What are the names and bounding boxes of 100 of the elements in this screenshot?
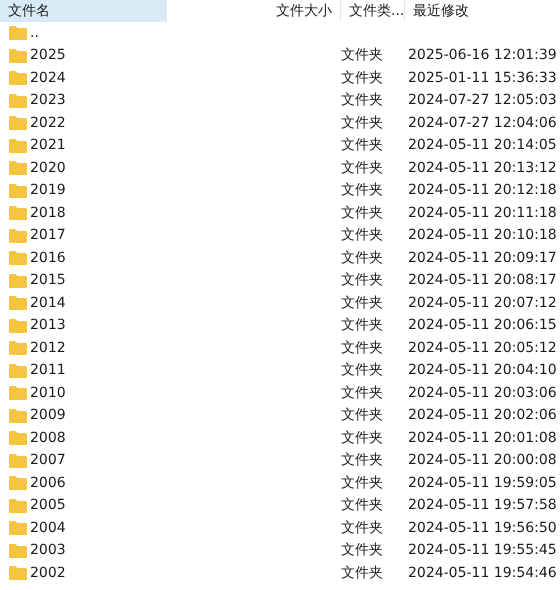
folder-name[interactable]: 2004: [30, 518, 66, 539]
folder-name[interactable]: 2014: [30, 292, 66, 314]
folder-icon: [8, 318, 28, 334]
folder-name[interactable]: 2012: [30, 338, 66, 359]
date-cell: 2024-05-11 19:55:45: [408, 542, 557, 558]
folder-name[interactable]: 2024: [30, 68, 66, 89]
folder-name[interactable]: 2025: [30, 45, 66, 66]
folder-name[interactable]: 2005: [30, 495, 66, 516]
type-cell: 文件夹: [341, 452, 383, 468]
type-cell: 文件夹: [341, 520, 383, 536]
type-cell: 文件夹: [341, 227, 383, 244]
folder-icon: [8, 340, 28, 356]
date-cell: 2024-05-11 20:03:06: [408, 384, 557, 401]
date-cell: 2024-05-11 19:54:46: [408, 564, 557, 581]
type-cell: 文件夹: [341, 204, 383, 221]
folder-name[interactable]: 2023: [30, 90, 66, 112]
date-cell: 2024-05-11 19:56:50: [408, 520, 557, 536]
date-cell: 2024-05-11 20:09:17: [408, 250, 557, 266]
type-cell: 文件夹: [341, 362, 383, 378]
folder-icon: [8, 475, 28, 492]
type-cell: 文件夹: [341, 250, 383, 266]
folder-name[interactable]: 2015: [30, 270, 66, 292]
folder-icon: [8, 430, 28, 446]
folder-name[interactable]: 2022: [30, 112, 66, 134]
folder-icon: [8, 272, 28, 289]
type-cell: 文件夹: [341, 564, 383, 581]
date-cell: 2024-05-11 19:59:05: [408, 474, 557, 491]
date-cell: 2024-05-11 20:07:12: [408, 294, 557, 311]
date-cell: 2024-05-11 20:08:17: [408, 272, 557, 288]
type-cell: 文件夹: [341, 47, 383, 64]
folder-icon: [8, 115, 28, 132]
folder-name[interactable]: 2008: [30, 428, 66, 449]
folder-icon: [8, 385, 28, 402]
type-cell: 文件夹: [341, 542, 383, 558]
folder-name[interactable]: 2018: [30, 202, 66, 224]
date-cell: 2024-05-11 20:12:18: [408, 182, 557, 198]
date-cell: 2024-05-11 20:05:12: [408, 340, 557, 356]
type-cell: 文件夹: [341, 137, 383, 154]
folder-icon: [8, 228, 28, 244]
type-cell: 文件夹: [341, 160, 383, 176]
folder-name[interactable]: 2009: [30, 405, 66, 426]
folder-name[interactable]: 2003: [30, 540, 66, 562]
date-cell: 2025-06-16 12:01:39: [408, 47, 557, 64]
date-cell: 2024-05-11 19:57:58: [408, 497, 557, 514]
folder-icon: [8, 565, 28, 582]
folder-name[interactable]: 2010: [30, 382, 66, 404]
date-cell: 2025-01-11 15:36:33: [408, 70, 557, 86]
folder-icon: [8, 25, 28, 42]
type-cell: 文件夹: [341, 114, 383, 131]
type-cell: 文件夹: [341, 497, 383, 514]
type-cell: 文件夹: [341, 340, 383, 356]
folder-name[interactable]: 2020: [30, 158, 66, 179]
folder-name[interactable]: 2016: [30, 248, 66, 269]
type-cell: 文件夹: [341, 272, 383, 288]
type-cell: 文件夹: [341, 384, 383, 401]
folder-icon: [8, 452, 28, 469]
date-cell: 2024-05-11 20:13:12: [408, 160, 557, 176]
folder-name[interactable]: 2007: [30, 450, 66, 472]
folder-icon: [8, 160, 28, 176]
folder-icon: [8, 70, 28, 86]
type-cell: 文件夹: [341, 430, 383, 446]
column-header[interactable]: 文件类...: [340, 0, 404, 22]
type-cell: 文件夹: [341, 182, 383, 198]
date-cell: 2024-07-27 12:04:06: [408, 114, 557, 131]
type-cell: 文件夹: [341, 70, 383, 86]
folder-name[interactable]: 2011: [30, 360, 66, 382]
folder-name[interactable]: ..: [30, 22, 39, 44]
folder-icon: [8, 498, 28, 514]
folder-icon: [8, 295, 28, 312]
folder-icon: [8, 48, 28, 64]
date-cell: 2024-05-11 20:02:06: [408, 407, 557, 424]
folder-icon: [8, 250, 28, 266]
folder-icon: [8, 182, 28, 199]
column-header[interactable]: 文件名: [0, 0, 166, 22]
date-cell: 2024-05-11 20:14:05: [408, 137, 557, 154]
date-cell: 2024-07-27 12:05:03: [408, 92, 557, 108]
folder-icon: [8, 205, 28, 222]
folder-name[interactable]: 2019: [30, 180, 66, 202]
folder-name[interactable]: 2017: [30, 225, 66, 246]
type-cell: 文件夹: [341, 474, 383, 491]
folder-icon: [8, 138, 28, 154]
date-cell: 2024-05-11 20:11:18: [408, 204, 557, 221]
date-cell: 2024-05-11 20:01:08: [408, 430, 557, 446]
folder-name[interactable]: 2021: [30, 135, 66, 156]
folder-icon: [8, 542, 28, 559]
date-cell: 2024-05-11 20:00:08: [408, 452, 557, 468]
folder-icon: [8, 408, 28, 424]
type-cell: 文件夹: [341, 92, 383, 108]
date-cell: 2024-05-11 20:10:18: [408, 227, 557, 244]
folder-icon: [8, 362, 28, 379]
folder-icon: [8, 92, 28, 109]
date-cell: 2024-05-11 20:04:10: [408, 362, 557, 378]
folder-name[interactable]: 2002: [30, 562, 66, 584]
date-cell: 2024-05-11 20:06:15: [408, 317, 557, 334]
folder-icon: [8, 520, 28, 536]
folder-name[interactable]: 2006: [30, 472, 66, 494]
folder-name[interactable]: 2013: [30, 315, 66, 336]
type-cell: 文件夹: [341, 294, 383, 311]
type-cell: 文件夹: [341, 317, 383, 334]
type-cell: 文件夹: [341, 407, 383, 424]
